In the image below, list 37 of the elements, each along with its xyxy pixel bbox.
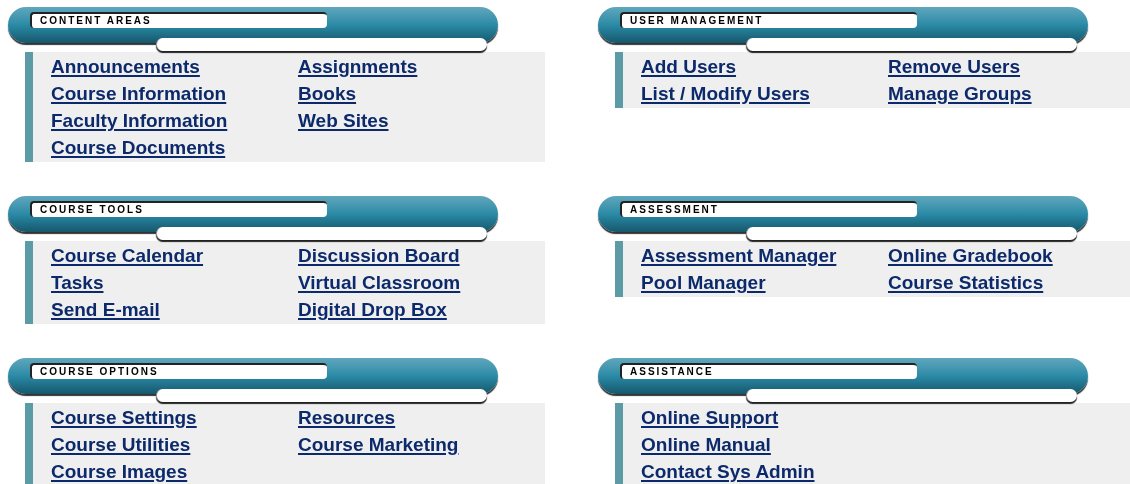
nav-link[interactable]: Add Users	[641, 53, 737, 80]
nav-link[interactable]: Resources	[298, 404, 396, 431]
nav-link[interactable]: List / Modify Users	[641, 80, 810, 107]
nav-link[interactable]: Assessment Manager	[641, 242, 837, 269]
nav-link[interactable]: Course Utilities	[51, 431, 191, 458]
nav-link[interactable]: Course Settings	[51, 404, 197, 431]
nav-link[interactable]: Discussion Board	[298, 242, 460, 269]
nav-link[interactable]: Books	[298, 80, 357, 107]
section-title: ASSESSMENT	[620, 201, 917, 217]
nav-link[interactable]: Contact Sys Admin	[641, 458, 815, 484]
nav-link[interactable]: Course Marketing	[298, 431, 459, 458]
section-title: COURSE OPTIONS	[30, 363, 327, 379]
nav-link[interactable]: Send E-mail	[51, 296, 160, 323]
nav-link[interactable]: Course Statistics	[888, 269, 1044, 296]
nav-link[interactable]: Pool Manager	[641, 269, 766, 296]
nav-link[interactable]: Remove Users	[888, 53, 1021, 80]
nav-link[interactable]: Web Sites	[298, 107, 389, 134]
section-title: ASSISTANCE	[620, 363, 917, 379]
accent-bar	[615, 241, 623, 297]
section-title: USER MANAGEMENT	[620, 12, 917, 28]
nav-link[interactable]: Virtual Classroom	[298, 269, 461, 296]
nav-link[interactable]: Online Support	[641, 404, 779, 431]
section-title: COURSE TOOLS	[30, 201, 327, 217]
nav-link[interactable]: Digital Drop Box	[298, 296, 447, 323]
nav-link[interactable]: Course Documents	[51, 134, 226, 161]
section-title: CONTENT AREAS	[30, 12, 327, 28]
nav-link[interactable]: Assignments	[298, 53, 418, 80]
nav-link[interactable]: Course Information	[51, 80, 227, 107]
nav-link[interactable]: Course Images	[51, 458, 188, 484]
nav-link[interactable]: Tasks	[51, 269, 104, 296]
nav-link[interactable]: Manage Groups	[888, 80, 1032, 107]
nav-link[interactable]: Online Gradebook	[888, 242, 1053, 269]
nav-link[interactable]: Announcements	[51, 53, 200, 80]
nav-link[interactable]: Course Calendar	[51, 242, 204, 269]
accent-bar	[615, 52, 623, 108]
nav-link[interactable]: Online Manual	[641, 431, 771, 458]
nav-link[interactable]: Faculty Information	[51, 107, 228, 134]
